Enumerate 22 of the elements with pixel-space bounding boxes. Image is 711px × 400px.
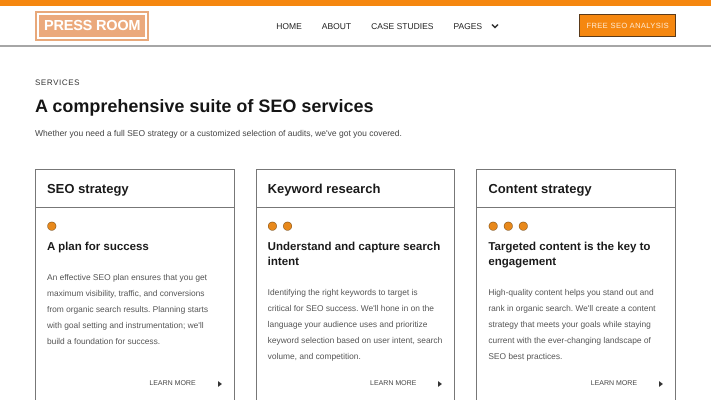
nav-link[interactable]: ABOUT — [322, 20, 352, 30]
arrow-right-icon — [438, 380, 442, 386]
section-eyebrow: SERVICES — [35, 78, 82, 87]
arrow-right-icon — [218, 380, 222, 386]
card-description: An effective SEO plan ensures that you get maximum visibility, traffic, and conversions from organic search results. Planning starts with goal setting and instrumentation; we'll build a foundation for success. — [47, 271, 210, 348]
section-title: A comprehensive suite of SEO services — [35, 96, 374, 117]
card-title: Content strategy — [488, 181, 592, 196]
card-heading: Targeted content is the key to engagement — [488, 240, 652, 270]
card-description: Identifying the right keywords to target is critical for SEO success. We'll hone in on the language your audience uses and prioritize keyword selection based on user intent, search volume, and competition. — [268, 286, 444, 363]
nav-link[interactable]: PAGES — [453, 20, 500, 30]
step-dots: ● ● ● — [488, 221, 530, 231]
card-heading: Understand and capture search intent — [268, 240, 442, 270]
card-heading: A plan for success — [47, 240, 150, 255]
arrow-right-icon — [659, 380, 664, 386]
step-dots: ● ● — [268, 221, 294, 231]
card-description: High-quality content helps you stand out and rank in organic search. We'll create a content strategy that meets your goals while staying current with the ever-changing landscape of SEO best practices. — [488, 286, 657, 363]
card-title: SEO strategy — [47, 181, 129, 196]
card-title: Keyword research — [268, 181, 380, 196]
nav-link[interactable]: CASE STUDIES — [371, 20, 434, 30]
nav-link[interactable]: HOME — [276, 20, 302, 30]
section-intro: Whether you need a full SEO strategy or a customized selection of audits, we've got you covered. — [35, 128, 403, 138]
step-dots: ● — [47, 221, 58, 231]
